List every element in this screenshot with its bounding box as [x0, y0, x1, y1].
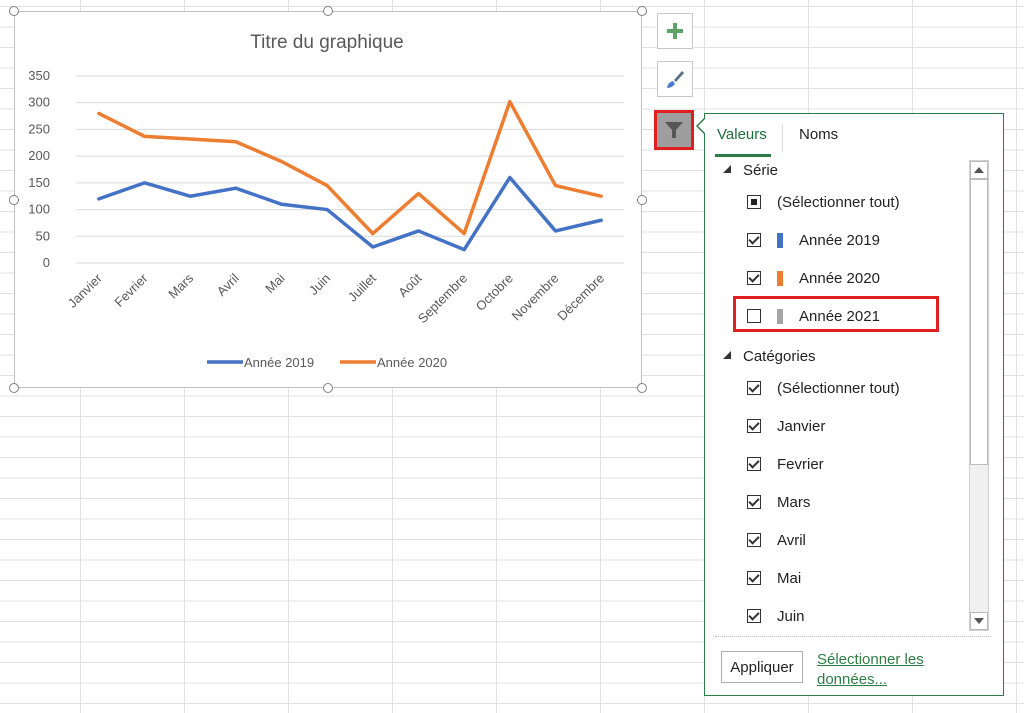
series-2020-swatch [777, 270, 783, 286]
category-item[interactable]: Mars [747, 491, 810, 513]
series-select-all[interactable]: (Sélectionner tout) [747, 191, 900, 213]
resize-handle-top-right[interactable] [637, 6, 647, 16]
y-tick-label: 100 [28, 202, 50, 217]
series-line-2019[interactable] [97, 175, 603, 252]
category-label: Juin [777, 607, 805, 625]
category-item[interactable]: Juin [747, 605, 805, 627]
category-item[interactable]: Fevrier [747, 453, 824, 475]
category-label: Janvier [777, 417, 826, 435]
funnel-icon [665, 122, 683, 138]
chart-title[interactable]: Titre du graphique [250, 32, 404, 53]
scroll-down-button[interactable] [970, 612, 988, 630]
tab-names[interactable]: Noms [799, 126, 838, 143]
panel-divider [715, 636, 991, 637]
triangle-up-icon [974, 167, 984, 173]
category-label: Mai [777, 569, 802, 587]
chart-series [97, 99, 603, 252]
category-checkbox[interactable] [747, 533, 761, 547]
resize-handle-top[interactable] [323, 6, 333, 16]
chart-legend[interactable]: Année 2019 Année 2020 [207, 355, 447, 370]
y-tick-label: 350 [28, 68, 50, 83]
x-tick-label: Septembre [415, 271, 471, 327]
y-tick-label: 50 [36, 228, 50, 243]
scroll-up-button[interactable] [970, 161, 988, 179]
active-tab-underline [715, 154, 771, 157]
series-item-2019[interactable]: Année 2019 [747, 229, 880, 251]
highlight-box [733, 296, 939, 332]
apply-button[interactable]: Appliquer [721, 651, 803, 683]
x-tick-label: Décembre [554, 271, 607, 324]
scrollbar[interactable] [969, 160, 989, 631]
chart-styles-button[interactable] [657, 61, 693, 97]
x-tick-label: Juillet [345, 270, 379, 304]
line-chart[interactable]: Titre du graphique 0 50 100 150 200 250 300 350… [14, 11, 642, 388]
series-2020-label: Année 2020 [799, 269, 880, 287]
series-line-2020[interactable] [97, 99, 603, 236]
chart-filters-button[interactable] [654, 110, 694, 150]
x-tick-label: Octobre [473, 271, 516, 314]
series-2019-label: Année 2019 [799, 231, 880, 249]
category-item[interactable]: Janvier [747, 415, 825, 437]
category-item[interactable]: Avril [747, 529, 806, 551]
resize-handle-bottom[interactable] [323, 383, 333, 393]
resize-handle-top-left[interactable] [9, 6, 19, 16]
collapse-categories-icon[interactable] [723, 351, 731, 359]
legend-label-2019: Année 2019 [244, 355, 314, 370]
scrollbar-thumb[interactable] [970, 179, 988, 465]
categories-header[interactable]: Catégories [743, 348, 816, 365]
series-2019-checkbox[interactable] [747, 233, 761, 247]
category-checkbox[interactable] [747, 419, 761, 433]
series-select-all-checkbox[interactable] [747, 195, 761, 209]
resize-handle-right[interactable] [637, 195, 647, 205]
legend-label-2020: Année 2020 [377, 355, 447, 370]
y-tick-label: 150 [28, 175, 50, 190]
select-data-link[interactable]: Sélectionner les données... [817, 650, 947, 690]
chart-filter-panel: Valeurs Noms Série (Sélectionner tout) A… [704, 113, 1004, 696]
x-tick-label: Mai [262, 270, 287, 295]
x-tick-label: Mars [165, 270, 196, 301]
chart-filters-button-face [657, 113, 691, 147]
x-axis-ticks: Janvier Fevrier Mars Avril Mai Juin Juillet Aoû… [65, 270, 608, 326]
category-checkbox[interactable] [747, 495, 761, 509]
category-select-all-checkbox[interactable] [747, 381, 761, 395]
x-tick-label: Novembre [509, 271, 562, 324]
category-label: Mars [777, 493, 811, 511]
plus-icon [667, 23, 683, 39]
category-label: Fevrier [777, 455, 824, 473]
category-select-all[interactable]: (Sélectionner tout) [747, 377, 900, 399]
y-axis-ticks: 0 50 100 150 200 250 300 350 [28, 68, 50, 270]
category-label: (Sélectionner tout) [777, 379, 900, 397]
triangle-down-icon [974, 618, 984, 624]
category-checkbox[interactable] [747, 571, 761, 585]
y-tick-label: 250 [28, 121, 50, 136]
tab-values[interactable]: Valeurs [717, 126, 767, 143]
chart-elements-button[interactable] [657, 13, 693, 49]
category-label: Avril [777, 531, 806, 549]
series-item-2020[interactable]: Année 2020 [747, 267, 880, 289]
resize-handle-bottom-left[interactable] [9, 383, 19, 393]
paintbrush-icon [667, 71, 684, 88]
collapse-series-icon[interactable] [723, 165, 731, 173]
resize-handle-left[interactable] [9, 195, 19, 205]
series-header[interactable]: Série [743, 162, 778, 179]
category-checkbox[interactable] [747, 457, 761, 471]
series-2019-swatch [777, 232, 783, 248]
category-checkbox[interactable] [747, 609, 761, 623]
category-item[interactable]: Mai [747, 567, 801, 589]
chart-gridlines [76, 75, 624, 264]
y-tick-label: 300 [28, 95, 50, 110]
x-tick-label: Avril [214, 270, 242, 298]
tab-separator [782, 124, 783, 152]
y-tick-label: 0 [43, 255, 50, 270]
x-tick-label: Janvier [65, 270, 106, 311]
series-2020-checkbox[interactable] [747, 271, 761, 285]
x-tick-label: Juin [306, 271, 333, 298]
x-tick-label: Août [395, 270, 425, 300]
panel-pointer-fill [698, 119, 705, 133]
y-tick-label: 200 [28, 148, 50, 163]
series-select-all-label: (Sélectionner tout) [777, 193, 900, 211]
chart-plot-svg: Titre du graphique 0 50 100 150 200 250 300 350… [28, 32, 624, 370]
resize-handle-bottom-right[interactable] [637, 383, 647, 393]
x-tick-label: Fevrier [111, 270, 151, 310]
